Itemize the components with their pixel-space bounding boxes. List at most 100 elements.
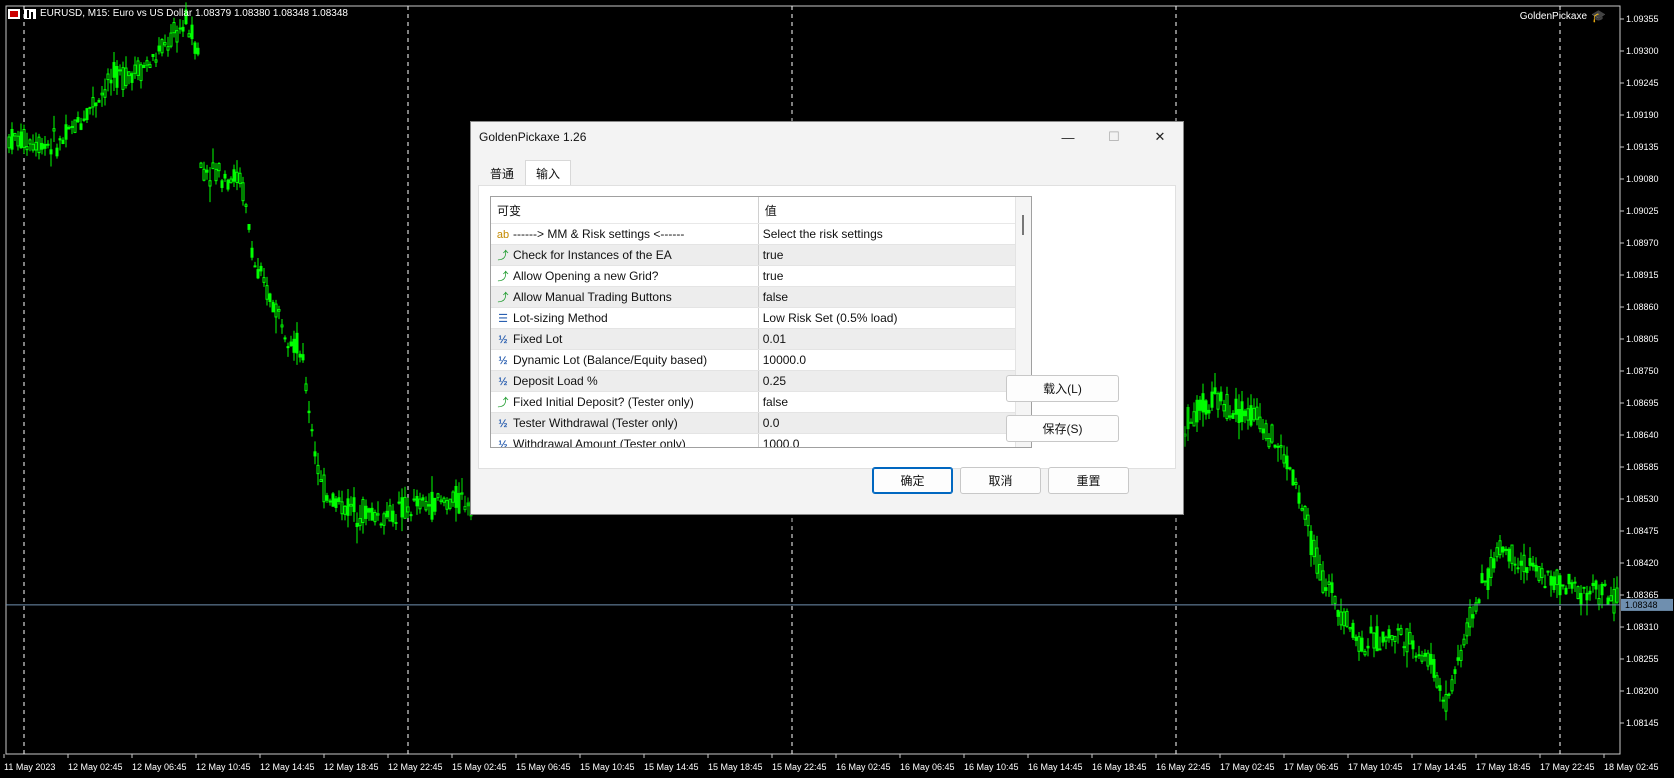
time-tick-label: 15 May 22:45 — [772, 762, 827, 772]
close-button[interactable]: ✕ — [1137, 122, 1183, 152]
candle-body — [1342, 611, 1346, 627]
candle-body — [73, 119, 77, 133]
expert-advisor-label[interactable]: GoldenPickaxe 🎓 — [1520, 9, 1606, 23]
table-row[interactable]: ⤴ Fixed Initial Deposit? (Tester only) fal… — [491, 391, 1031, 413]
value-cell[interactable]: Select the risk settings — [758, 223, 1031, 245]
table-row[interactable]: ½ Withdrawal Amount (Tester only) 1000.0 — [491, 433, 1031, 447]
reset-button[interactable]: 重置 — [1048, 467, 1129, 494]
time-tick-label: 16 May 14:45 — [1028, 762, 1083, 772]
candle-body — [1303, 505, 1307, 520]
time-tick-label: 18 May 02:45 — [1604, 762, 1659, 772]
value-cell[interactable]: 0.0 — [758, 412, 1031, 434]
candle-body — [448, 498, 452, 509]
candle-body — [262, 277, 266, 283]
one-click-trading-icon[interactable] — [24, 8, 36, 19]
table-row[interactable]: ⤴ Check for Instances of the EA true — [491, 244, 1031, 266]
value-cell[interactable]: 0.25 — [758, 370, 1031, 392]
table-row[interactable]: ½ Fixed Lot 0.01 — [491, 328, 1031, 350]
variable-cell[interactable]: ½ Tester Withdrawal (Tester only) — [491, 412, 759, 434]
price-tick-label: 1.09245 — [1626, 78, 1659, 88]
table-row[interactable]: ½ Deposit Load % 0.25 — [491, 370, 1031, 392]
scrollbar-thumb[interactable] — [1022, 215, 1024, 235]
variable-cell[interactable]: ⤴ Fixed Initial Deposit? (Tester only) — [491, 391, 759, 413]
value-cell[interactable]: true — [758, 244, 1031, 266]
number-icon: ½ — [498, 355, 508, 367]
table-row[interactable]: ab ------> MM & Risk settings <------ Sele… — [491, 223, 1031, 245]
candle-body — [202, 168, 206, 181]
chart-menu-icon[interactable] — [8, 8, 20, 19]
candle-body — [1312, 539, 1316, 558]
candle-body — [31, 143, 35, 151]
candle-body — [133, 64, 137, 74]
variable-cell[interactable]: ⤴ Allow Manual Trading Buttons — [491, 286, 759, 308]
table-row[interactable]: ½ Dynamic Lot (Balance/Equity based) 10000… — [491, 349, 1031, 371]
value-cell[interactable]: false — [758, 286, 1031, 308]
load-button[interactable]: 载入(L) — [1006, 375, 1119, 402]
candle-body — [340, 501, 344, 515]
tab-common[interactable]: 普通 — [479, 160, 525, 188]
candle-body — [1582, 586, 1586, 589]
candle-body — [235, 171, 239, 183]
tab-inputs[interactable]: 输入 — [525, 160, 572, 188]
bool-icon: ⤴ — [497, 250, 509, 262]
candle-body — [1459, 649, 1463, 661]
candle-body — [274, 303, 278, 318]
variable-name: Check for Instances of the EA — [513, 248, 672, 262]
ok-button[interactable]: 确定 — [872, 467, 953, 494]
time-tick-label: 15 May 02:45 — [452, 762, 507, 772]
candle-body — [1498, 540, 1502, 556]
candle-body — [124, 67, 128, 87]
table-row[interactable]: ☰ Lot-sizing Method Low Risk Set (0.5% loa… — [491, 307, 1031, 329]
candle-body — [1294, 481, 1298, 485]
candle-body — [439, 499, 443, 503]
candle-body — [1255, 406, 1259, 420]
variable-cell[interactable]: ⤴ Allow Opening a new Grid? — [491, 265, 759, 287]
minimize-button[interactable]: — — [1045, 122, 1091, 152]
candle-body — [148, 64, 152, 69]
cancel-button[interactable]: 取消 — [960, 467, 1041, 494]
candle-body — [1216, 393, 1220, 410]
candle-body — [1393, 635, 1397, 642]
candle-body — [1483, 580, 1487, 583]
chart-symbol-header: EURUSD, M15: Euro vs US Dollar 1.08379 1… — [8, 8, 348, 19]
value-cell[interactable]: true — [758, 265, 1031, 287]
candle-body — [187, 33, 191, 38]
time-tick-label: 16 May 10:45 — [964, 762, 1019, 772]
price-tick-label: 1.08860 — [1626, 302, 1659, 312]
time-tick-label: 12 May 14:45 — [260, 762, 315, 772]
value-cell[interactable]: 1000.0 — [758, 433, 1031, 447]
candle-body — [100, 92, 104, 96]
variable-cell[interactable]: ½ Dynamic Lot (Balance/Equity based) — [491, 349, 759, 371]
candle-body — [88, 106, 92, 109]
table-row[interactable]: ½ Tester Withdrawal (Tester only) 0.0 — [491, 412, 1031, 434]
variable-cell[interactable]: ⤴ Check for Instances of the EA — [491, 244, 759, 266]
variable-cell[interactable]: ½ Withdrawal Amount (Tester only) — [491, 433, 759, 447]
variable-cell[interactable]: ab ------> MM & Risk settings <------ — [491, 223, 759, 245]
column-header-value[interactable]: 值 — [758, 197, 1031, 224]
variable-cell[interactable]: ½ Fixed Lot — [491, 328, 759, 350]
value-cell[interactable]: 10000.0 — [758, 349, 1031, 371]
variable-name: Fixed Initial Deposit? (Tester only) — [513, 395, 694, 409]
save-button[interactable]: 保存(S) — [1006, 415, 1119, 442]
table-row[interactable]: ⤴ Allow Opening a new Grid? true — [491, 265, 1031, 287]
candle-body — [1612, 589, 1616, 614]
candle-body — [70, 125, 74, 128]
table-scrollbar[interactable]: ▼ — [1015, 197, 1031, 447]
dialog-titlebar[interactable]: GoldenPickaxe 1.26 — ☐ ✕ — [471, 122, 1183, 152]
value-cell[interactable]: false — [758, 391, 1031, 413]
candle-body — [310, 429, 314, 432]
column-header-variable[interactable]: 可变 — [491, 197, 759, 224]
candle-body — [280, 324, 284, 328]
candle-body — [1384, 636, 1388, 642]
variable-cell[interactable]: ½ Deposit Load % — [491, 370, 759, 392]
value-cell[interactable]: 0.01 — [758, 328, 1031, 350]
candle-body — [1408, 632, 1412, 645]
candle-body — [229, 178, 233, 184]
value-cell[interactable]: Low Risk Set (0.5% load) — [758, 307, 1031, 329]
candle-body — [1609, 595, 1613, 602]
price-tick-label: 1.08420 — [1626, 558, 1659, 568]
table-row[interactable]: ⤴ Allow Manual Trading Buttons false — [491, 286, 1031, 308]
variable-cell[interactable]: ☰ Lot-sizing Method — [491, 307, 759, 329]
candle-body — [1573, 581, 1577, 584]
candle-body — [409, 514, 413, 517]
